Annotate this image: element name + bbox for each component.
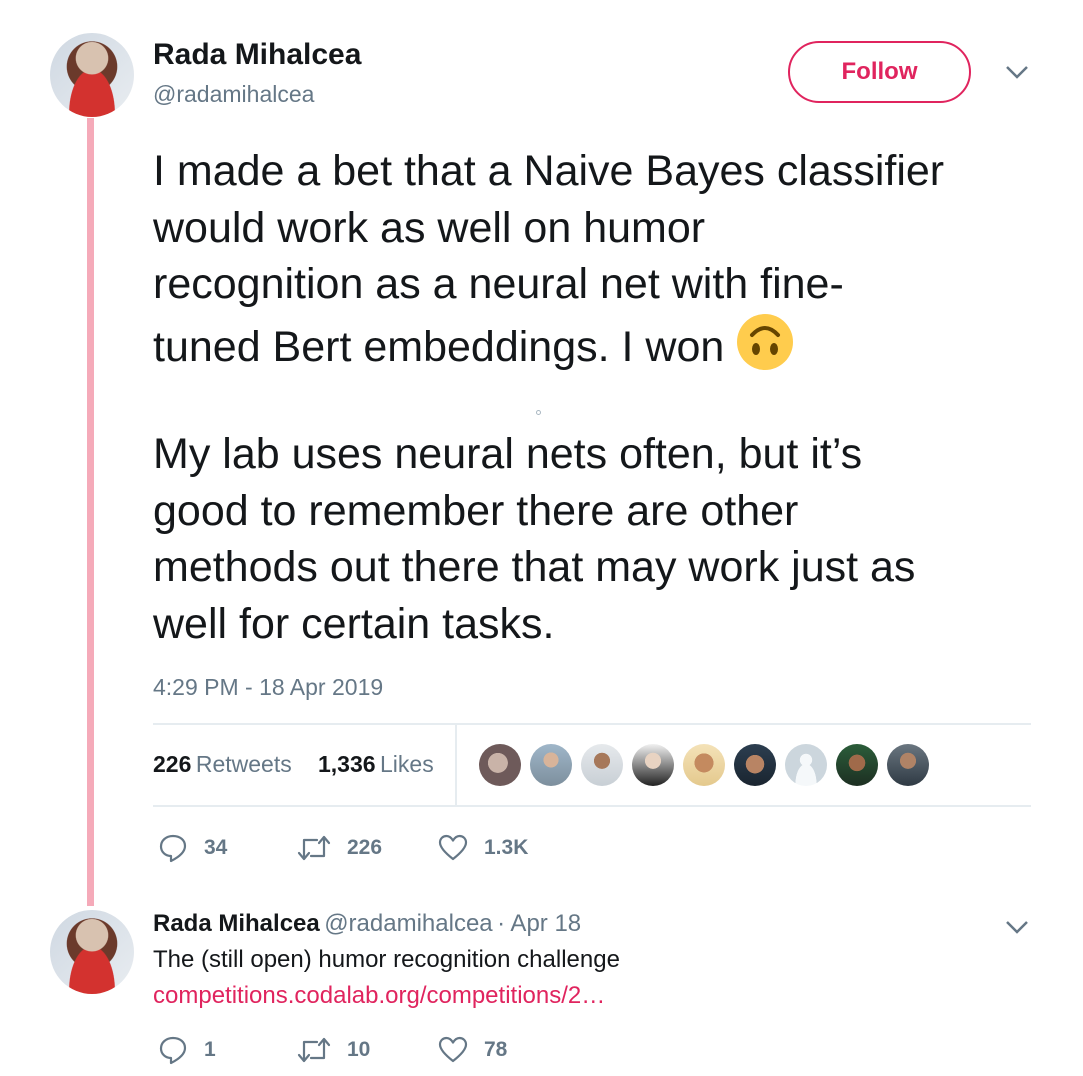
reply-icon bbox=[159, 1036, 187, 1065]
reply-author-name[interactable]: Rada Mihalcea bbox=[153, 910, 320, 937]
liker-avatar-9[interactable] bbox=[887, 744, 929, 786]
tweet-text: I made a bet that a Naive Bayes classifi… bbox=[153, 143, 1053, 375]
reply-icon bbox=[159, 834, 187, 863]
stats-divider bbox=[455, 724, 457, 806]
author-name[interactable]: Rada Mihalcea bbox=[153, 38, 361, 72]
chevron-down-icon[interactable] bbox=[1004, 64, 1030, 80]
reply-chevron-down-icon[interactable] bbox=[1004, 919, 1030, 935]
reply-count: 34 bbox=[204, 836, 228, 859]
divider-bottom bbox=[153, 805, 1031, 807]
like-action[interactable]: 1.3K bbox=[438, 833, 528, 863]
heart-icon bbox=[438, 834, 468, 861]
likes-label: Likes bbox=[380, 751, 434, 777]
tweet-text-part2: My lab uses neural nets often, but it’s … bbox=[153, 430, 916, 648]
retweet-count: 226 bbox=[347, 836, 383, 859]
thread-line bbox=[87, 118, 94, 906]
retweet-icon bbox=[297, 835, 331, 861]
reply-reply-action[interactable]: 1 bbox=[158, 1035, 216, 1065]
reply-reply-count: 1 bbox=[204, 1038, 216, 1061]
reply-like-action[interactable]: 78 bbox=[438, 1035, 507, 1065]
author-handle[interactable]: @radamihalcea bbox=[153, 81, 314, 108]
reply-link[interactable]: competitions.codalab.org/competitions/2… bbox=[153, 982, 605, 1010]
reply-retweet-count: 10 bbox=[347, 1038, 371, 1061]
reply-action[interactable]: 34 bbox=[158, 833, 227, 863]
liker-avatar-3[interactable] bbox=[581, 744, 623, 786]
liker-avatar-6[interactable] bbox=[734, 744, 776, 786]
reply-date[interactable]: · Apr 18 bbox=[497, 910, 581, 937]
like-count: 1.3K bbox=[484, 836, 529, 859]
tweet-timestamp[interactable]: 4:29 PM - 18 Apr 2019 bbox=[153, 674, 383, 701]
reply-author-avatar[interactable] bbox=[50, 910, 134, 994]
heart-icon bbox=[438, 1036, 468, 1063]
retweets-label: Retweets bbox=[195, 751, 292, 777]
tweet-text-part1: I made a bet that a Naive Bayes classifi… bbox=[153, 147, 945, 371]
reply-text: The (still open) humor recognition chall… bbox=[153, 946, 620, 973]
reply-author-handle[interactable]: @radamihalcea bbox=[324, 910, 492, 937]
retweet-action[interactable]: 226 bbox=[297, 833, 382, 863]
upside-down-face-emoji bbox=[736, 313, 794, 371]
retweet-icon bbox=[297, 1037, 331, 1063]
liker-avatar-7[interactable] bbox=[785, 744, 827, 786]
separator-dot bbox=[536, 410, 541, 415]
author-avatar[interactable] bbox=[50, 33, 134, 117]
reply-like-count: 78 bbox=[484, 1038, 508, 1061]
retweets-stat[interactable]: 226 Retweets bbox=[153, 751, 292, 778]
liker-avatar-5[interactable] bbox=[683, 744, 725, 786]
reply-header: Rada Mihalcea @radamihalcea · Apr 18 bbox=[153, 910, 581, 938]
reply-retweet-action[interactable]: 10 bbox=[297, 1035, 370, 1065]
liker-avatar-2[interactable] bbox=[530, 744, 572, 786]
likes-stat[interactable]: 1,336 Likes bbox=[318, 751, 434, 778]
liker-avatar-4[interactable] bbox=[632, 744, 674, 786]
retweets-count: 226 bbox=[153, 751, 192, 777]
divider-top bbox=[153, 723, 1031, 725]
liker-avatar-8[interactable] bbox=[836, 744, 878, 786]
liker-avatar-1[interactable] bbox=[479, 744, 521, 786]
likes-count: 1,336 bbox=[318, 751, 376, 777]
follow-button[interactable]: Follow bbox=[788, 41, 971, 103]
